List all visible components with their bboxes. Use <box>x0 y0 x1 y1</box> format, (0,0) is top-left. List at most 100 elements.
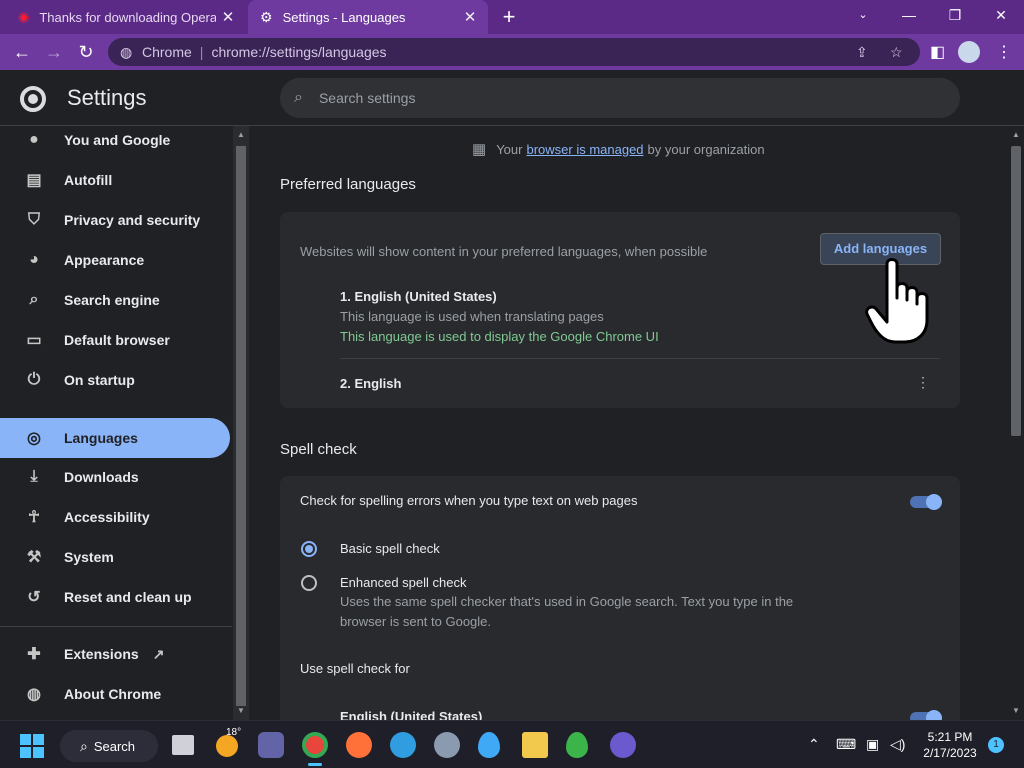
use-spell-check-for-label: Use spell check for <box>300 661 410 676</box>
scroll-up-icon[interactable]: ▲ <box>1008 130 1024 139</box>
close-tab-icon[interactable]: ✕ <box>216 8 240 26</box>
search-placeholder: Search settings <box>318 90 416 106</box>
minimize-button[interactable]: — <box>886 0 932 30</box>
building-icon: ▦ <box>472 141 487 158</box>
scrollbar-thumb[interactable] <box>1011 146 1021 436</box>
menu-kebab-icon[interactable]: ⋮ <box>996 42 1012 62</box>
download-icon: ⤓ <box>30 468 38 485</box>
sidebar-scrollbar[interactable]: ▲ ▼ <box>233 126 249 720</box>
chrome-taskbar-icon[interactable] <box>302 732 328 758</box>
chrome-icon: ◍ <box>27 686 41 703</box>
bookmark-star-icon[interactable]: ☆ <box>890 44 903 61</box>
sidebar-item-system[interactable]: ⚒ System <box>0 537 230 577</box>
sidebar-item-you-and-google[interactable]: ● You and Google <box>0 126 230 160</box>
share-icon[interactable]: ⇪ <box>856 44 868 61</box>
managed-link[interactable]: browser is managed <box>526 142 643 157</box>
keyboard-icon[interactable]: ⌨ <box>836 736 856 753</box>
notification-badge[interactable]: 1 <box>988 737 1004 753</box>
close-tab-icon[interactable]: ✕ <box>458 8 482 26</box>
sidebar-item-privacy[interactable]: ⛉ Privacy and security <box>0 200 230 240</box>
spell-check-toggle[interactable] <box>910 494 942 510</box>
sidebar-item-extensions[interactable]: ✚ Extensions ↗ <box>0 634 230 674</box>
taskbar-search-label: Search <box>93 738 136 754</box>
restore-button[interactable]: ❐ <box>932 0 978 30</box>
sidebar-item-languages[interactable]: ◎ Languages <box>0 418 230 458</box>
main-scrollbar[interactable]: ▲ ▼ <box>1008 126 1024 720</box>
windows-taskbar: ⌕ Search 18° ⌃ ⌨ ▣ ◁) 5:21 PM 2/17/2023 … <box>0 720 1024 768</box>
green-drop-app-icon[interactable] <box>566 732 588 758</box>
sidebar-item-search-engine[interactable]: ⌕ Search engine <box>0 280 230 320</box>
power-icon: ⏻ <box>27 371 41 388</box>
taskbar-search[interactable]: ⌕ Search <box>60 730 158 762</box>
scroll-down-icon[interactable]: ▼ <box>233 706 249 715</box>
sidebar-item-downloads[interactable]: ⤓ Downloads <box>0 457 230 497</box>
weather-icon[interactable] <box>216 735 238 757</box>
task-view-icon[interactable] <box>172 735 194 755</box>
sidebar-item-appearance[interactable]: ◕ Appearance <box>0 240 230 280</box>
close-window-button[interactable]: ✕ <box>978 0 1024 30</box>
new-tab-button[interactable]: + <box>496 4 522 30</box>
tray-chevron-up-icon[interactable]: ⌃ <box>808 736 820 753</box>
enhanced-spell-check-label: Enhanced spell check <box>340 575 467 590</box>
browser-toolbar: ← → ↻ ◍ Chrome | chrome://settings/langu… <box>0 34 1024 70</box>
weather-temperature: 18° <box>226 727 242 738</box>
scroll-down-icon[interactable]: ▼ <box>1008 706 1024 715</box>
search-input[interactable]: ⌕ Search settings <box>280 78 960 118</box>
browser-window-icon: ▭ <box>26 332 42 349</box>
address-bar[interactable]: ◍ Chrome | chrome://settings/languages ⇪… <box>108 38 920 66</box>
side-panel-icon[interactable]: ◧ <box>930 42 945 62</box>
external-link-icon: ↗ <box>152 645 165 662</box>
spell-check-toggle-label: Check for spelling errors when you type … <box>300 493 638 508</box>
basic-spell-check-radio[interactable] <box>301 541 317 557</box>
sidebar-item-on-startup[interactable]: ⏻ On startup <box>0 360 230 400</box>
teams-chat-icon[interactable] <box>258 732 284 758</box>
sidebar-item-label: You and Google <box>64 132 171 148</box>
scrollbar-thumb[interactable] <box>236 146 246 706</box>
file-explorer-icon[interactable] <box>522 732 548 758</box>
tab-settings-languages[interactable]: ⚙ Settings - Languages ✕ <box>248 0 488 34</box>
tab-strip: ◉ Thanks for downloading Opera ✕ ⚙ Setti… <box>0 0 1024 34</box>
sidebar-item-label: On startup <box>64 372 135 388</box>
star-app-icon[interactable] <box>610 732 636 758</box>
managed-notice: ▦ Your browser is managed by your organi… <box>472 140 765 158</box>
language-menu-kebab-icon[interactable]: ⋮ <box>916 374 930 390</box>
tab-search-chevron-icon[interactable]: ⌄ <box>840 0 886 30</box>
spell-check-language-toggle[interactable] <box>910 710 942 720</box>
settings-header: Settings ⌕ Search settings <box>0 70 1024 126</box>
clock-date: 2/17/2023 <box>923 746 977 760</box>
basic-spell-check-label: Basic spell check <box>340 541 440 556</box>
back-button[interactable]: ← <box>8 38 36 66</box>
volume-icon[interactable]: ◁) <box>890 736 905 753</box>
enhanced-spell-check-radio[interactable] <box>301 575 317 591</box>
profile-avatar[interactable] <box>958 41 980 63</box>
taskbar-clock[interactable]: 5:21 PM 2/17/2023 <box>918 729 982 761</box>
spell-check-card: Check for spelling errors when you type … <box>280 476 960 720</box>
sidebar-item-reset[interactable]: ↺ Reset and clean up <box>0 577 230 617</box>
sidebar-item-label: Accessibility <box>64 509 150 525</box>
edge-icon[interactable] <box>390 732 416 758</box>
tab-title: Settings - Languages <box>282 9 406 25</box>
accessibility-icon: ☥ <box>28 509 40 526</box>
site-label: Chrome <box>142 44 192 60</box>
gear-icon: ⚙ <box>260 8 273 25</box>
network-icon[interactable]: ▣ <box>866 736 879 753</box>
sidebar-item-default-browser[interactable]: ▭ Default browser <box>0 320 230 360</box>
firefox-icon[interactable] <box>346 732 372 758</box>
sidebar-item-autofill[interactable]: ▤ Autofill <box>0 160 230 200</box>
page-title: Settings <box>67 85 147 110</box>
settings-gear-taskbar-icon[interactable] <box>434 732 460 758</box>
drop-app-icon[interactable] <box>478 732 500 758</box>
divider <box>0 626 232 627</box>
sidebar-item-accessibility[interactable]: ☥ Accessibility <box>0 497 230 537</box>
sidebar-item-about-chrome[interactable]: ◍ About Chrome <box>0 674 230 714</box>
sidebar-item-label: About Chrome <box>64 686 162 702</box>
forward-button[interactable]: → <box>40 38 68 66</box>
windows-start-icon[interactable] <box>20 734 44 758</box>
url-text: chrome://settings/languages <box>211 44 387 60</box>
reload-button[interactable]: ↻ <box>72 38 100 66</box>
language-note: This language is used when translating p… <box>340 309 604 324</box>
tab-opera-download[interactable]: ◉ Thanks for downloading Opera ✕ <box>0 0 246 34</box>
sidebar-item-label: Privacy and security <box>64 212 201 228</box>
puzzle-icon: ✚ <box>27 646 41 663</box>
scroll-up-icon[interactable]: ▲ <box>233 130 249 139</box>
